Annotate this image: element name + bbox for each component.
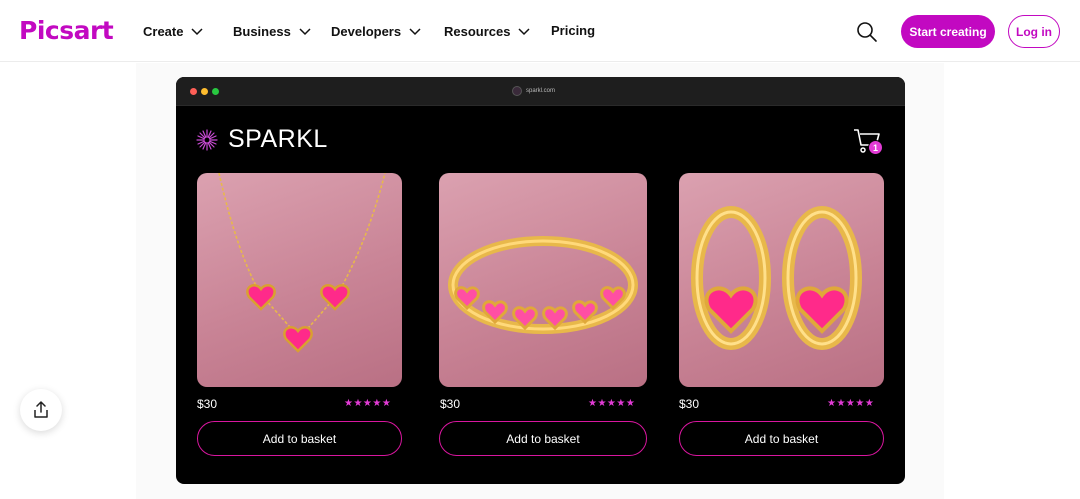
rating-stars: ★★★★★	[827, 398, 875, 409]
nav-business-label: Business	[233, 23, 291, 39]
chevron-down-icon	[299, 28, 311, 36]
share-icon	[34, 401, 48, 418]
search-icon[interactable]	[856, 21, 878, 43]
product-image-necklace[interactable]	[197, 173, 402, 387]
store-brand: SPARKL	[196, 125, 328, 154]
product-image-ring[interactable]	[439, 173, 647, 387]
product-price: $30	[440, 397, 461, 411]
chevron-down-icon	[518, 28, 531, 36]
cart-count-badge: 1	[868, 140, 883, 155]
nav-create[interactable]: Create	[143, 23, 205, 39]
minimize-dot	[201, 88, 208, 95]
add-to-basket-button[interactable]: Add to basket	[679, 421, 884, 456]
start-creating-button[interactable]: Start creating	[901, 15, 995, 48]
maximize-dot	[212, 88, 219, 95]
browser-url-text: sparkl.com	[526, 88, 556, 94]
product-price: $30	[679, 397, 700, 411]
store-name: SPARKL	[228, 125, 328, 153]
add-to-basket-button[interactable]: Add to basket	[197, 421, 402, 456]
picsart-logo[interactable]: Picsart	[19, 16, 114, 45]
mock-browser-window: sparkl.com SPARKL 1 $30 ★★★★★ Add to bas…	[176, 77, 905, 484]
browser-title-bar: sparkl.com	[176, 77, 905, 106]
nav-resources-label: Resources	[444, 23, 511, 39]
necklace-image	[218, 173, 386, 353]
nav-create-label: Create	[143, 23, 184, 39]
browser-url: sparkl.com	[512, 86, 555, 96]
product-price: $30	[197, 397, 218, 411]
nav-pricing[interactable]: Pricing	[551, 23, 595, 38]
ring-image	[448, 236, 638, 334]
top-navigation: Picsart Create Business Developers Resou…	[0, 0, 1080, 62]
rating-stars: ★★★★★	[344, 398, 392, 409]
nav-business[interactable]: Business	[233, 23, 313, 39]
product-image-earrings[interactable]	[679, 173, 884, 387]
share-button[interactable]	[20, 389, 62, 431]
login-button[interactable]: Log in	[1008, 15, 1060, 48]
chevron-down-icon	[409, 28, 421, 36]
add-to-basket-button[interactable]: Add to basket	[439, 421, 647, 456]
favicon-icon	[512, 86, 522, 96]
nav-developers[interactable]: Developers	[331, 23, 423, 39]
sparkle-logo-icon	[196, 128, 218, 151]
chevron-down-icon	[191, 28, 203, 36]
nav-resources[interactable]: Resources	[444, 23, 532, 39]
earrings-image	[691, 206, 862, 350]
nav-pricing-label: Pricing	[551, 23, 596, 38]
close-dot	[190, 88, 197, 95]
rating-stars: ★★★★★	[588, 398, 636, 409]
nav-developers-label: Developers	[331, 23, 402, 39]
